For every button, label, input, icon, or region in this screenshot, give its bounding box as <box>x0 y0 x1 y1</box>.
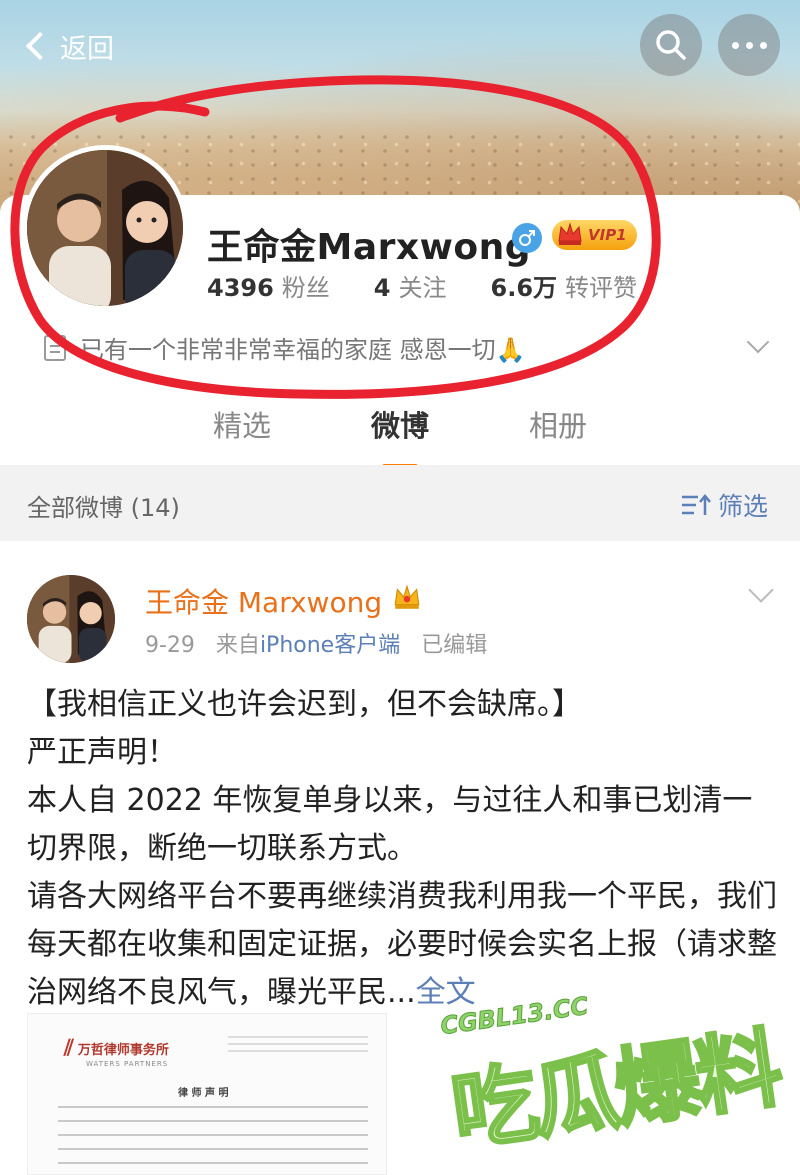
post-line: 【我相信正义也许会迟到，但不会缺席。】 <box>27 687 582 722</box>
firm-logo: ⫽ <box>64 1036 74 1061</box>
bio-text: 已有一个非常非常幸福的家庭 感恩一切🙏 <box>80 336 526 364</box>
search-icon <box>656 30 686 60</box>
followers-label: 粉丝 <box>281 274 330 302</box>
male-icon <box>512 223 542 253</box>
tab-featured[interactable]: 精选 <box>213 395 271 465</box>
post-source[interactable]: iPhone客户端 <box>260 633 400 658</box>
profile-bio[interactable]: 已有一个非常非常幸福的家庭 感恩一切🙏 <box>44 330 526 365</box>
tab-album[interactable]: 相册 <box>529 395 587 465</box>
post-meta: 9-29 来自iPhone客户端 已编辑 <box>145 627 487 659</box>
back-button[interactable]: 返回 <box>22 24 114 68</box>
doc-body-lines <box>58 1106 368 1174</box>
doc-header-text <box>228 1036 368 1057</box>
likes-label: 转评赞 <box>565 274 638 302</box>
post-line: 本人自 2022 年恢复单身以来，与过往人和事已划清一切界限，断绝一切联系方式。 <box>27 783 753 866</box>
firm-name: 万哲律师事务所 <box>77 1043 169 1058</box>
more-dots-icon <box>731 41 767 49</box>
weibo-post: 王命金 Marxwong 9-29 来自iPhone客户端 已编辑 【我相信正义… <box>0 553 800 1175</box>
likes-count: 6.6万 <box>490 274 558 302</box>
filter-label: 筛选 <box>718 492 769 521</box>
vip-label: VIP1 <box>588 226 627 244</box>
avatar[interactable] <box>22 145 188 311</box>
firm-name-en: WATERS PARTNERS <box>86 1060 169 1068</box>
following-count: 4 <box>373 274 391 302</box>
profile-stats: 4396 粉丝 4 关注 6.6万 转评赞 <box>207 268 637 303</box>
vip-badge[interactable]: VIP1 <box>552 220 637 250</box>
filter-icon <box>682 494 711 515</box>
post-avatar[interactable] <box>27 575 115 663</box>
post-date: 9-29 <box>145 633 195 658</box>
chevron-down-icon[interactable] <box>748 577 774 603</box>
doc-title: 律 师 声 明 <box>178 1088 229 1099</box>
profile-name: 王命金Marxwong <box>207 227 531 268</box>
post-body: 【我相信正义也许会迟到，但不会缺席。】 严正声明！ 本人自 2022 年恢复单身… <box>27 681 777 1017</box>
vip-crown-icon <box>394 584 420 609</box>
post-from: 来自 <box>215 633 260 658</box>
search-button[interactable] <box>640 14 702 76</box>
post-edited: 已编辑 <box>421 633 488 658</box>
profile-tabs: 精选 微博 相册 <box>0 395 800 469</box>
post-line: 严正声明！ <box>27 735 177 770</box>
chevron-left-icon <box>25 31 55 61</box>
followers-count: 4396 <box>207 274 274 302</box>
filter-button[interactable]: 筛选 <box>680 487 768 523</box>
vip-crown-icon <box>558 222 582 245</box>
firm-header: ⫽ 万哲律师事务所 WATERS PARTNERS <box>64 1036 169 1068</box>
post-attachment-image[interactable]: ⫽ 万哲律师事务所 WATERS PARTNERS 律 师 声 明 <box>27 1013 387 1175</box>
back-label: 返回 <box>60 33 114 65</box>
following-label: 关注 <box>398 274 447 302</box>
filter-bar: 全部微博 (14) 筛选 <box>0 465 800 541</box>
post-avatar-image <box>27 575 115 663</box>
post-count: 全部微博 (14) <box>27 494 180 522</box>
document-icon <box>44 334 66 361</box>
following-stat[interactable]: 4 关注 <box>374 268 447 303</box>
likes-stat[interactable]: 6.6万 转评赞 <box>491 268 638 303</box>
read-more-link[interactable]: 全文 <box>416 975 476 1010</box>
post-author[interactable]: 王命金 Marxwong <box>145 581 382 621</box>
followers-stat[interactable]: 4396 粉丝 <box>207 268 330 303</box>
more-button[interactable] <box>718 14 780 76</box>
post-line: 请各大网络平台不要再继续消费我利用我一个平民，我们每天都在收集和固定证据，必要时… <box>27 879 777 1010</box>
tab-weibo[interactable]: 微博 <box>371 395 429 469</box>
